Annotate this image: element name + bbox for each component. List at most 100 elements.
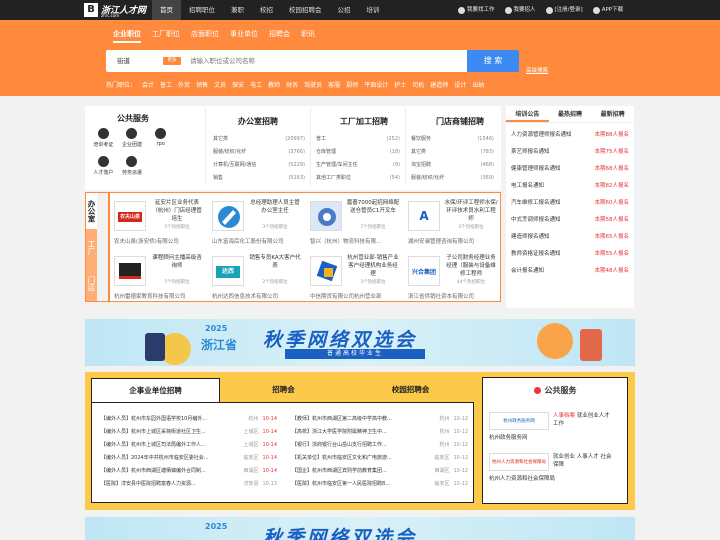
tab-store[interactable]: 店面职位 xyxy=(191,29,219,43)
hot-job-link[interactable]: 护士 xyxy=(394,80,406,89)
list-item[interactable]: 【编外人员】杭州市西湖区塘栖镇编外合同制... 西湖区 10-14 xyxy=(101,465,277,478)
hot-job-link[interactable]: 文员 xyxy=(214,80,226,89)
company-card[interactable]: A 水保/环评工程师水保/环评技术员水利工程师 3个热招职位 湖州安澜管理咨询有… xyxy=(404,193,502,248)
list-item[interactable]: 建造师报名通知 本期65人报名 xyxy=(511,229,629,246)
tab-enterprise-jobs[interactable]: 企事业单位招聘 xyxy=(91,378,220,402)
labor-dispatch-item[interactable]: 劳务派遣 xyxy=(118,156,147,176)
rpo-item[interactable]: rpo xyxy=(146,128,175,148)
list-item[interactable]: 【医院】杭州市临安区第一人民医院招聘8... 临安区 10-12 xyxy=(292,478,468,491)
category-row[interactable]: 其他工厂类职位 (54) xyxy=(316,172,400,185)
hot-job-link[interactable]: 出纳 xyxy=(472,80,484,89)
search-input[interactable] xyxy=(190,50,430,72)
tab-hot-jobs[interactable]: 最热招聘 xyxy=(549,106,592,122)
hot-job-link[interactable]: 外贸 xyxy=(178,80,190,89)
hire-link[interactable]: 我要招人 xyxy=(504,0,536,20)
location-more-button[interactable]: 更多 xyxy=(163,57,181,65)
tab-factory-side[interactable]: 工厂 xyxy=(86,229,97,265)
team-building-item[interactable]: 企业团建 xyxy=(118,128,147,148)
find-job-link[interactable]: 我要找工作 xyxy=(458,0,495,20)
list-item[interactable]: 茶艺师报名通知 本期75人报名 xyxy=(511,144,629,161)
hot-job-link[interactable]: 教师 xyxy=(268,80,280,89)
hot-job-link[interactable]: 客服 xyxy=(328,80,340,89)
tab-campus-fairs[interactable]: 校园招聘会 xyxy=(347,378,474,402)
nav-jobs[interactable]: 招聘职位 xyxy=(181,0,223,20)
service-item[interactable]: 杭州人力资源和社会保障局 就业创业 人事人才 社会保障 杭州人力资源和社会保障局 xyxy=(489,453,623,487)
search-button[interactable]: 搜 索 xyxy=(467,50,519,72)
training-cert-item[interactable]: 培训考证 xyxy=(89,128,118,148)
hot-job-link[interactable]: 普工 xyxy=(160,80,172,89)
category-row[interactable]: 餐饮服务 (1546) xyxy=(411,133,494,146)
hot-job-link[interactable]: 设计 xyxy=(454,80,466,89)
tab-enterprise[interactable]: 企业职位 xyxy=(113,29,141,43)
company-card[interactable]: 达西 销售专员KA大客户代表 2个热招职位 杭州达西信息技术有限公司 xyxy=(208,248,306,303)
list-item[interactable]: 【编外人员】杭州市上城区采荷街道社区卫生... 上城区 10-14 xyxy=(101,426,277,439)
location-select[interactable]: 街道 xyxy=(117,50,130,72)
category-row[interactable]: 销售 (5163) xyxy=(213,172,305,185)
hot-job-link[interactable]: 会计 xyxy=(142,80,154,89)
company-card[interactable]: 嘉善7000起招网络配送仓管员C1开叉车 7个热招职位 智兴（杭州）物流科技有限… xyxy=(306,193,404,248)
hot-job-link[interactable]: 财务 xyxy=(286,80,298,89)
nav-public[interactable]: 公招 xyxy=(330,0,359,20)
hot-job-link[interactable]: 保安 xyxy=(232,80,244,89)
list-item[interactable]: 【国企】杭州市西湖区宾则学前教育集团... 西湖区 10-12 xyxy=(292,465,468,478)
tab-job-fair[interactable]: 招聘会 xyxy=(269,29,290,43)
category-row[interactable]: 计算机/互联网/通信 (5229) xyxy=(213,159,305,172)
login-link[interactable]: [注册/登录] xyxy=(545,0,583,20)
hot-job-link[interactable]: 平面设计 xyxy=(364,80,388,89)
tab-factory[interactable]: 工厂职位 xyxy=(152,29,180,43)
list-item[interactable]: 人力资源管理师报名通知 本期88人报名 xyxy=(511,127,629,144)
nav-campus[interactable]: 校招 xyxy=(252,0,281,20)
list-item[interactable]: 【银行】浙商银行台山岳山支行招聘工作... 杭州 10-12 xyxy=(292,439,468,452)
tab-office[interactable]: 办公室 xyxy=(86,193,97,229)
company-card[interactable]: 杭州营业部-销售产业客户经理机构业务经理 3个热招职位 中信期货有限公司杭州营业… xyxy=(306,248,404,303)
company-card[interactable]: 农夫山泉 延安片区业务代表（杭州）门店经理管培生 5个热招职位 农夫山泉(浙安桥… xyxy=(110,193,208,248)
advanced-search-link[interactable]: 高级搜索 xyxy=(526,66,548,74)
nav-parttime[interactable]: 兼职 xyxy=(223,0,252,20)
list-item[interactable]: 汽车维修工报名通知 本期60人报名 xyxy=(511,195,629,212)
category-row[interactable]: 其它类 (783) xyxy=(411,146,494,159)
job-fair-banner-2[interactable]: 2025 秋季网络双选会 xyxy=(85,517,635,540)
tab-public-institution[interactable]: 事业单位 xyxy=(230,29,258,43)
job-fair-banner[interactable]: 2025 浙江省 秋季网络双选会 普通高校毕业生 xyxy=(85,319,635,366)
company-card[interactable]: 兴合集团 子公司财务经理业务经理（服装与设备维修工程师 44个热招职位 浙江省供… xyxy=(404,248,502,303)
tab-store-side[interactable]: 门店 xyxy=(86,265,97,301)
category-row[interactable]: 仓库管理 (18) xyxy=(316,146,400,159)
service-item[interactable]: 杭州政务服务网 人事档案 就业创业人才工作 杭州政务服务网 xyxy=(489,412,623,446)
app-download-link[interactable]: APP下载 xyxy=(592,0,623,20)
company-card[interactable]: 总经理助理人员主管办公室主任 3个热招职位 山东富海后化工股份有限公司 xyxy=(208,193,306,248)
company-card[interactable]: 课程顾问主播高级咨询师 5个热招职位 杭州雷德家教育科技有限公司 xyxy=(110,248,208,303)
list-item[interactable]: 【编外人员】杭州市上城区司法局编外工作人... 上城区 10-14 xyxy=(101,439,277,452)
hot-job-link[interactable]: 厨师 xyxy=(346,80,358,89)
nav-training[interactable]: 培训 xyxy=(359,0,388,20)
category-row[interactable]: 服装/纺织/化纤 (369) xyxy=(411,172,494,185)
hot-job-link[interactable]: 驾驶员 xyxy=(304,80,322,89)
list-item[interactable]: 【医院】淳安县中医院招聘富春人力资源... 淳安县 10-13 xyxy=(101,478,277,491)
category-row[interactable]: 服装/纺织/化纤 (3766) xyxy=(213,146,305,159)
category-row[interactable]: 其它类 (20997) xyxy=(213,133,305,146)
list-item[interactable]: 健康管理师报名通知 本期68人报名 xyxy=(511,161,629,178)
list-item[interactable]: 【机关单位】杭州市临安区文化和广电旅游... 临安区 10-12 xyxy=(292,452,468,465)
list-item[interactable]: 会计报名通知 本期48人报名 xyxy=(511,263,629,280)
hot-job-link[interactable]: 司机 xyxy=(412,80,424,89)
list-item[interactable]: 教师资格证报名通知 本期55人报名 xyxy=(511,246,629,263)
nav-home[interactable]: 首页 xyxy=(152,0,181,20)
tab-news[interactable]: 职讯 xyxy=(301,29,315,43)
tab-job-fairs[interactable]: 招聘会 xyxy=(220,378,347,402)
list-item[interactable]: 【编外人员】杭州市东园外国语学校10月编外... 杭州 10-14 xyxy=(101,413,277,426)
category-row[interactable]: 普工 (252) xyxy=(316,133,400,146)
list-item[interactable]: 中式烹调师报名通知 本期58人报名 xyxy=(511,212,629,229)
list-item[interactable]: 【教师】杭州市西湖区第二高级中学高中教... 杭州 10-12 xyxy=(292,413,468,426)
nav-campus-fair[interactable]: 校园招聘会 xyxy=(281,0,330,20)
list-item[interactable]: 【编外人员】2024年中共杭州市临安区委社会... 临安区 10-14 xyxy=(101,452,277,465)
hot-job-link[interactable]: 电工 xyxy=(250,80,262,89)
list-item[interactable]: 【高校】浙江大学医学院附属精神卫生中... 杭州 10-12 xyxy=(292,426,468,439)
tab-training-notice[interactable]: 培训公告 xyxy=(506,106,549,122)
hot-job-link[interactable]: 销售 xyxy=(196,80,208,89)
list-item[interactable]: 电工报名通知 本期82人报名 xyxy=(511,178,629,195)
category-row[interactable]: 淘宝招聘 (468) xyxy=(411,159,494,172)
category-row[interactable]: 生产管理/车间主任 (9) xyxy=(316,159,400,172)
site-logo[interactable]: B 浙江人才网 zhrc.com xyxy=(84,3,146,18)
tab-new-jobs[interactable]: 最新招聘 xyxy=(591,106,634,122)
talent-settle-item[interactable]: 人才落户 xyxy=(89,156,118,176)
hot-job-link[interactable]: 建造师 xyxy=(430,80,448,89)
